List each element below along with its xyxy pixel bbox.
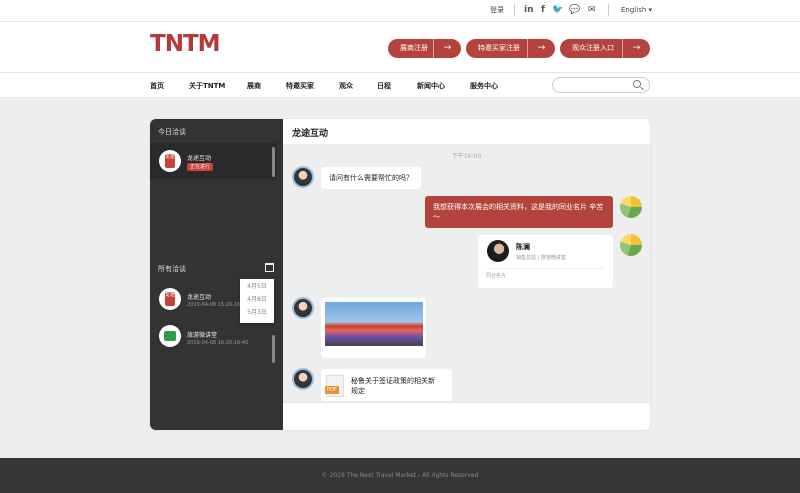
message-bubble: 请问有什么需要帮忙的吗？ <box>321 167 421 189</box>
copyright: © 2019 The Next Travel Market - All righ… <box>321 472 479 479</box>
all-heading: 所有洽谈 <box>158 265 186 273</box>
date-dropdown: 4月5日 4月8日 5月3日 <box>240 279 274 323</box>
chat-header: 龙途互动 <box>283 119 650 144</box>
avatar <box>292 166 314 188</box>
chat-title: 龙途互动 <box>292 129 329 139</box>
mail-icon[interactable]: ✉ <box>588 4 596 16</box>
timestamp: 下午16:00 <box>451 153 482 160</box>
arrow-right-icon: → <box>527 39 555 58</box>
conversation-name: 旅游微讲堂 <box>187 332 218 339</box>
status-badge: 正在进行 <box>187 163 214 171</box>
chat-main: 龙途互动 下午16:00 请问有什么需要帮忙的吗？ 我想获得本次展会的相关资料，… <box>283 119 650 430</box>
login-link[interactable]: 登录 <box>490 5 504 15</box>
wechat-icon[interactable]: 💬 <box>569 4 580 16</box>
top-strip: 登录 in f 🐦 💬 ✉ English ▾ <box>0 0 800 22</box>
chat-panel: 今日洽谈 龙途 龙途互动 正在进行 所有洽谈 龙途 龙途互动 2019-04-0… <box>150 119 650 430</box>
conversation-time: 2019-04-08 16:20-16:40 <box>187 340 249 346</box>
twitter-icon[interactable]: 🐦 <box>552 4 563 16</box>
buyer-register-button[interactable]: 特邀买家注册 → <box>466 39 555 58</box>
language-label: English <box>621 6 647 14</box>
divider <box>486 268 605 269</box>
today-heading: 今日洽谈 <box>158 128 186 136</box>
conversation-name: 龙途互动 <box>187 294 212 301</box>
facebook-icon[interactable]: f <box>541 4 545 16</box>
card-name: 陈澜 <box>516 243 530 251</box>
search-box <box>552 77 650 99</box>
avatar <box>292 368 314 390</box>
main-nav: 首页 关于TNTM 展商 特邀买家 观众 日程 新闻中心 服务中心 <box>0 72 800 99</box>
list-item[interactable]: 龙途 龙途互动 正在进行 <box>150 143 277 179</box>
calendar-icon[interactable] <box>265 263 274 272</box>
logo[interactable]: TNTM <box>150 31 221 57</box>
exhibitor-register-button[interactable]: 展商注册 → <box>388 39 461 58</box>
avatar <box>292 297 314 319</box>
message-input-area <box>283 402 650 430</box>
company-logo-icon: 龙途 <box>159 288 181 310</box>
visitor-register-button[interactable]: 观众注册入口 → <box>560 39 650 58</box>
footer: © 2019 The Next Travel Market - All righ… <box>0 458 800 493</box>
date-option[interactable]: 4月5日 <box>240 281 274 292</box>
nav-item-exhibitors[interactable]: 展商 <box>247 81 261 91</box>
header: TNTM 展商注册 → 特邀买家注册 → 观众注册入口 → <box>0 22 800 72</box>
image-message[interactable] <box>321 298 426 358</box>
divider <box>514 4 515 16</box>
chat-sidebar: 今日洽谈 龙途 龙途互动 正在进行 所有洽谈 龙途 龙途互动 2019-04-0… <box>150 119 283 430</box>
file-type-label: PDF <box>325 386 339 394</box>
file-name: 秘鲁关于签证政策的相关新规定 <box>351 377 435 395</box>
avatar <box>487 240 509 262</box>
nav-item-buyers[interactable]: 特邀买家 <box>286 81 314 91</box>
nav-item-services[interactable]: 服务中心 <box>470 81 498 91</box>
message-input[interactable] <box>283 403 650 430</box>
avatar <box>620 196 642 218</box>
nav-item-about[interactable]: 关于TNTM <box>189 81 225 91</box>
button-label: 特邀买家注册 <box>478 44 520 52</box>
card-footer: 同业名片 <box>486 273 507 279</box>
date-option[interactable]: 4月8日 <box>240 294 274 305</box>
photo <box>325 302 423 346</box>
nav-item-visitors[interactable]: 观众 <box>339 81 353 91</box>
nav-item-home[interactable]: 首页 <box>150 81 164 91</box>
linkedin-icon[interactable]: in <box>524 4 534 16</box>
file-message[interactable]: PDF 秘鲁关于签证政策的相关新规定 <box>321 369 452 401</box>
company-logo-icon <box>159 325 181 347</box>
date-option[interactable]: 5月3日 <box>240 307 274 318</box>
button-label: 展商注册 <box>400 44 428 52</box>
chevron-down-icon: ▾ <box>648 6 653 14</box>
button-label: 观众注册入口 <box>572 44 614 52</box>
card-role: 销售总监 | 旅游微讲堂 <box>516 255 566 261</box>
message-bubble: 我想获得本次展会的相关资料，这是我的同业名片 辛苦～ <box>425 196 613 228</box>
search-icon[interactable] <box>633 80 641 88</box>
scrollbar[interactable] <box>272 147 275 177</box>
avatar <box>620 234 642 256</box>
divider <box>608 4 609 16</box>
arrow-right-icon: → <box>433 39 461 58</box>
business-card-message[interactable]: 陈澜 销售总监 | 旅游微讲堂 同业名片 <box>478 235 613 288</box>
search-input[interactable] <box>559 84 635 99</box>
nav-item-news[interactable]: 新闻中心 <box>417 81 445 91</box>
pdf-file-icon: PDF <box>325 375 344 397</box>
language-select[interactable]: English ▾ <box>621 6 652 14</box>
company-logo-icon: 龙途 <box>159 150 181 172</box>
arrow-right-icon: → <box>622 39 650 58</box>
conversation-name: 龙途互动 <box>187 155 212 162</box>
nav-item-schedule[interactable]: 日程 <box>377 81 391 91</box>
scrollbar[interactable] <box>272 335 275 363</box>
